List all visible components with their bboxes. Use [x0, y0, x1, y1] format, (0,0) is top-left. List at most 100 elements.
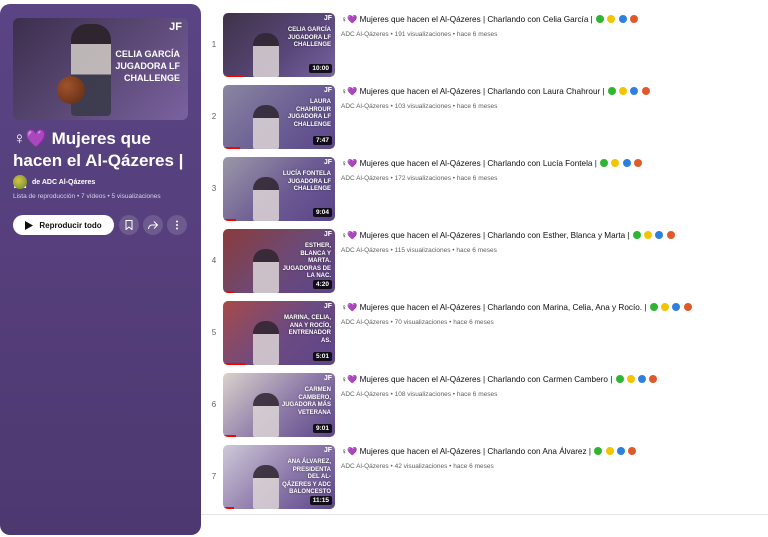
thumbnail-overlay-text: ESTHER, BLANCA Y MARTA. JUGADORAS DE LA … — [282, 243, 331, 279]
video-title[interactable]: ♀💜 Mujeres que hacen el Al-Qázeres | Cha… — [341, 375, 658, 385]
channel-name[interactable]: ADC Al-Qázeres — [341, 175, 389, 182]
blue-heart-icon — [672, 303, 681, 311]
blue-heart-icon — [630, 87, 639, 95]
thumbnail-person — [253, 321, 279, 365]
green-heart-icon — [594, 447, 603, 455]
video-row[interactable]: 5 JF MARINA, CELIA, ANA Y ROCÍO, ENTRENA… — [201, 301, 768, 371]
channel-avatar-icon — [13, 175, 27, 189]
playlist-owner[interactable]: de ADC Al-Qázeres — [13, 175, 95, 189]
video-thumbnail[interactable]: JF ESTHER, BLANCA Y MARTA. JUGADORAS DE … — [223, 229, 335, 293]
video-duration: 5:01 — [312, 352, 332, 361]
view-count: 108 visualizaciones — [394, 391, 451, 398]
view-count: 191 visualizaciones — [394, 31, 451, 38]
video-index: 1 — [211, 40, 217, 49]
video-thumbnail[interactable]: JF LUCÍA FONTELA JUGADORA LF CHALLENGE 9… — [223, 157, 335, 221]
watch-progress-bar — [223, 147, 240, 149]
video-title-text: ♀💜 Mujeres que hacen el Al-Qázeres | Cha… — [341, 231, 630, 240]
video-title-text: ♀💜 Mujeres que hacen el Al-Qázeres | Cha… — [341, 447, 591, 456]
blue-heart-icon — [618, 15, 627, 23]
play-icon — [25, 220, 34, 230]
basketball-icon — [57, 76, 85, 104]
video-title[interactable]: ♀💜 Mujeres que hacen el Al-Qázeres | Cha… — [341, 303, 692, 313]
thumbnail-person — [253, 105, 279, 149]
blue-heart-icon — [655, 231, 664, 239]
video-meta: ADC Al-Qázeres • 172 visualizaciones • h… — [341, 175, 497, 182]
play-all-button[interactable]: Reproducir todo — [13, 215, 114, 235]
yellow-heart-icon — [605, 447, 614, 455]
video-meta: ADC Al-Qázeres • 108 visualizaciones • h… — [341, 391, 497, 398]
green-heart-icon — [607, 87, 616, 95]
green-heart-icon — [615, 375, 624, 383]
save-playlist-button[interactable] — [119, 215, 139, 235]
thumbnail-overlay-text: ANA ÁLVAREZ, PRESIDENTA DEL AL-QÁZERES Y… — [282, 459, 331, 495]
video-duration: 11:15 — [309, 496, 332, 505]
watch-progress-bar — [223, 363, 246, 365]
video-duration: 9:01 — [312, 424, 332, 433]
more-options-button[interactable] — [167, 215, 187, 235]
basketball-icon — [641, 87, 650, 95]
blue-heart-icon — [638, 375, 647, 383]
watch-progress-bar — [223, 219, 237, 221]
video-thumbnail[interactable]: JF LAURA CHAHROUR JUGADORA LF CHALLENGE … — [223, 85, 335, 149]
thumbnail-logo: JF — [323, 159, 332, 166]
thumbnail-overlay-text: CELIA GARCÍA JUGADORA LF CHALLENGE — [115, 49, 180, 83]
thumbnail-logo: JF — [323, 375, 332, 382]
video-thumbnail[interactable]: JF ANA ÁLVAREZ, PRESIDENTA DEL AL-QÁZERE… — [223, 445, 335, 509]
thumbnail-overlay-text: CELIA GARCÍA JUGADORA LF CHALLENGE — [287, 27, 331, 48]
video-duration: 7:47 — [312, 136, 332, 145]
channel-name[interactable]: ADC Al-Qázeres — [341, 103, 389, 110]
video-index: 3 — [211, 184, 217, 193]
video-row[interactable]: 7 JF ANA ÁLVAREZ, PRESIDENTA DEL AL-QÁZE… — [201, 445, 768, 515]
yellow-heart-icon — [661, 303, 670, 311]
video-title[interactable]: ♀💜 Mujeres que hacen el Al-Qázeres | Cha… — [341, 15, 638, 25]
video-row[interactable]: 3 JF LUCÍA FONTELA JUGADORA LF CHALLENGE… — [201, 157, 768, 227]
watch-progress-bar — [223, 75, 244, 77]
yellow-heart-icon — [644, 231, 653, 239]
video-row[interactable]: 2 JF LAURA CHAHROUR JUGADORA LF CHALLENG… — [201, 85, 768, 155]
video-row[interactable]: 4 JF ESTHER, BLANCA Y MARTA. JUGADORAS D… — [201, 229, 768, 299]
thumbnail-person — [253, 33, 279, 77]
channel-name[interactable]: ADC Al-Qázeres — [341, 31, 389, 38]
basketball-icon — [683, 303, 692, 311]
video-index: 5 — [211, 328, 217, 337]
thumbnail-person — [253, 177, 279, 221]
channel-name[interactable]: ADC Al-Qázeres — [341, 247, 389, 254]
green-heart-icon — [649, 303, 658, 311]
upload-age: hace 6 meses — [456, 103, 498, 110]
basketball-icon — [634, 159, 643, 167]
video-thumbnail[interactable]: JF CELIA GARCÍA JUGADORA LF CHALLENGE 10… — [223, 13, 335, 77]
bookmark-icon — [125, 220, 133, 230]
yellow-heart-icon — [607, 15, 616, 23]
playlist-meta: Lista de reproducción • 7 vídeos • 5 vis… — [13, 193, 161, 200]
upload-age: hace 6 meses — [456, 31, 498, 38]
video-thumbnail[interactable]: JF CARMEN CAMBERO, JUGADORA MÁS VETERANA… — [223, 373, 335, 437]
play-all-label: Reproducir todo — [39, 220, 102, 230]
video-title-text: ♀💜 Mujeres que hacen el Al-Qázeres | Cha… — [341, 375, 613, 384]
video-row[interactable]: 6 JF CARMEN CAMBERO, JUGADORA MÁS VETERA… — [201, 373, 768, 443]
video-title[interactable]: ♀💜 Mujeres que hacen el Al-Qázeres | Cha… — [341, 159, 643, 169]
thumbnail-logo: JF — [323, 87, 332, 94]
share-button[interactable] — [143, 215, 163, 235]
thumbnail-logo: JF — [323, 231, 332, 238]
channel-name[interactable]: ADC Al-Qázeres — [341, 391, 389, 398]
watch-progress-bar — [223, 507, 235, 509]
thumbnail-logo: JF — [169, 21, 182, 33]
video-row[interactable]: 1 JF CELIA GARCÍA JUGADORA LF CHALLENGE … — [201, 13, 768, 83]
channel-name[interactable]: ADC Al-Qázeres — [341, 463, 389, 470]
channel-name[interactable]: ADC Al-Qázeres — [341, 319, 389, 326]
share-icon — [148, 220, 158, 229]
video-thumbnail[interactable]: JF MARINA, CELIA, ANA Y ROCÍO, ENTRENADO… — [223, 301, 335, 365]
video-index: 6 — [211, 400, 217, 409]
video-title[interactable]: ♀💜 Mujeres que hacen el Al-Qázeres | Cha… — [341, 447, 637, 457]
video-title[interactable]: ♀💜 Mujeres que hacen el Al-Qázeres | Cha… — [341, 231, 675, 241]
playlist-panel: JF CELIA GARCÍA JUGADORA LF CHALLENGE ♀💜… — [0, 4, 201, 535]
video-title-text: ♀💜 Mujeres que hacen el Al-Qázeres | Cha… — [341, 15, 593, 24]
upload-age: hace 6 meses — [453, 463, 494, 470]
upload-age: hace 6 meses — [456, 391, 498, 398]
upload-age: hace 6 meses — [456, 247, 497, 254]
playlist-thumbnail[interactable]: JF CELIA GARCÍA JUGADORA LF CHALLENGE — [13, 18, 188, 120]
video-meta: ADC Al-Qázeres • 103 visualizaciones • h… — [341, 103, 497, 110]
video-meta: ADC Al-Qázeres • 70 visualizaciones • ha… — [341, 319, 494, 326]
view-count: 115 visualizaciones — [394, 247, 451, 254]
video-title[interactable]: ♀💜 Mujeres que hacen el Al-Qázeres | Cha… — [341, 87, 650, 97]
